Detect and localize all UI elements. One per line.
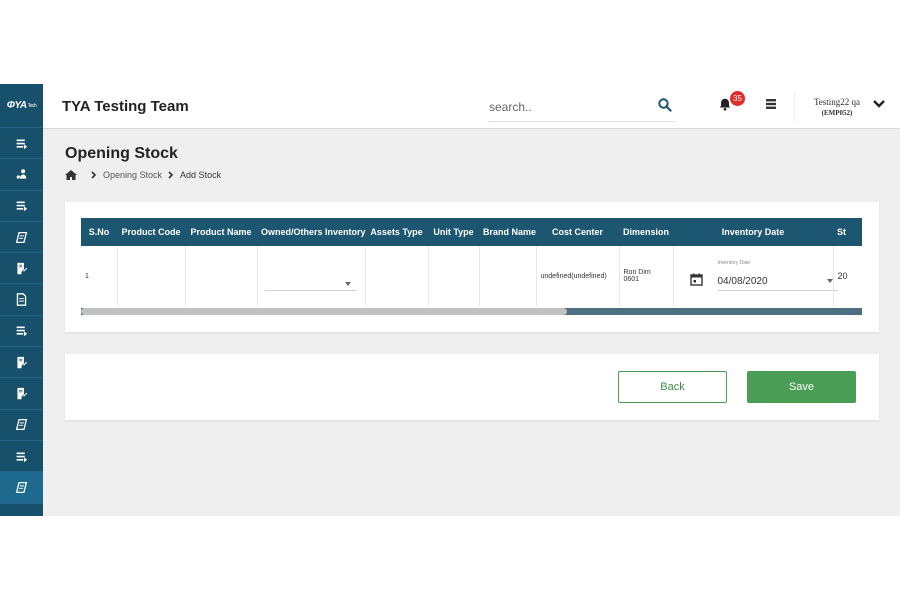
inventory-date-value: 04/08/2020: [717, 276, 768, 287]
sidebar-item-12-active[interactable]: [0, 472, 43, 504]
actions-card: Back Save: [65, 354, 879, 420]
sidebar-item-7[interactable]: [0, 316, 43, 348]
col-assets-type: Assets Type: [365, 218, 428, 246]
sidebar-item-11[interactable]: [0, 441, 43, 473]
brand-logo[interactable]: ΦYA Tech: [0, 84, 43, 128]
sidebar-item-1[interactable]: [0, 128, 43, 160]
col-owned-others: Owned/Others Inventory: [257, 218, 366, 246]
breadcrumb-add-stock: Add Stock: [180, 170, 222, 180]
inventory-date-underline: [717, 290, 838, 291]
cell-sno: 1: [81, 246, 118, 306]
col-product-name: Product Name: [185, 218, 257, 246]
user-pin-icon: [16, 169, 27, 179]
col-inventory-date: Inventory Date: [673, 218, 833, 246]
notes-icon: [15, 419, 28, 431]
sidebar-item-8[interactable]: [0, 347, 43, 379]
cell-product-code[interactable]: [117, 246, 186, 306]
stack-icon: [16, 139, 28, 149]
chevron-down-icon[interactable]: [872, 98, 886, 110]
document-edit-icon: [17, 262, 28, 275]
back-button[interactable]: Back: [618, 371, 727, 403]
user-code: (EMP052): [821, 109, 853, 117]
stack-icon: [16, 452, 28, 462]
search-icon[interactable]: [657, 97, 673, 113]
calendar-icon[interactable]: [689, 273, 703, 286]
top-bar: TYA Testing Team 35 Testing22 qa (EMP052…: [43, 84, 900, 129]
sidebar-item-2[interactable]: [0, 159, 43, 191]
search-input[interactable]: [489, 100, 639, 114]
search-box: [489, 96, 675, 122]
col-sno: S.No: [81, 218, 117, 246]
table-scroll-area[interactable]: S.No Product Code Product Name Owned/Oth…: [81, 218, 862, 316]
server-icon[interactable]: [765, 98, 777, 110]
cell-cut-off[interactable]: 20: [833, 246, 862, 306]
notification-badge: 35: [730, 91, 745, 106]
sidebar-item-6[interactable]: [0, 284, 43, 316]
cell-product-name[interactable]: [185, 246, 258, 306]
table-header-row: S.No Product Code Product Name Owned/Oth…: [81, 218, 862, 246]
chevron-right-icon: [91, 171, 97, 179]
stack-icon: [16, 201, 28, 212]
home-icon[interactable]: [65, 170, 77, 180]
document-edit-icon: [17, 387, 28, 400]
save-button[interactable]: Save: [747, 371, 856, 403]
notes-icon: [15, 481, 28, 493]
stack-icon: [16, 326, 28, 337]
col-cost-center: Cost Center: [536, 218, 619, 246]
horizontal-scrollbar[interactable]: [81, 308, 862, 315]
cell-assets-type[interactable]: [365, 246, 429, 306]
dimension-line-1: Ron Dim: [623, 269, 651, 276]
cell-brand-name[interactable]: [479, 246, 537, 306]
breadcrumb: Opening Stock Add Stock: [65, 170, 221, 180]
stock-table: S.No Product Code Product Name Owned/Oth…: [81, 218, 862, 306]
cell-cost-center: undefined(undefined): [536, 246, 620, 306]
app-root: ΦYATech TYA Testing Team 35 Testing22 qa…: [0, 84, 900, 516]
col-dimension: Dimension: [619, 218, 673, 246]
logo-sub: Tech: [27, 102, 37, 109]
sidebar-item-10[interactable]: [0, 410, 43, 441]
logo-text: ΦYA: [6, 100, 27, 111]
header-divider: [794, 92, 795, 122]
document-edit-icon: [17, 356, 28, 368]
breadcrumb-opening-stock[interactable]: Opening Stock: [103, 170, 162, 180]
page-title: Opening Stock: [65, 145, 178, 162]
col-cut-off: St: [833, 218, 862, 246]
document-icon: [16, 293, 27, 306]
sidebar-item-5[interactable]: [0, 253, 43, 285]
sidebar: ΦYA Tech: [0, 84, 43, 516]
col-product-code: Product Code: [117, 218, 185, 246]
cell-inventory-date: Inventory Date 04/08/2020: [673, 246, 838, 306]
cell-unit-type[interactable]: [428, 246, 480, 306]
inventory-date-label: Inventory Date: [717, 260, 751, 266]
sidebar-item-3[interactable]: [0, 191, 43, 222]
chevron-right-icon: [168, 171, 174, 179]
owned-others-select[interactable]: [264, 277, 357, 291]
caret-down-icon: [344, 282, 351, 286]
user-name: Testing22 qa: [813, 97, 861, 107]
user-profile[interactable]: Testing22 qa (EMP052): [807, 97, 867, 119]
sidebar-item-4[interactable]: [0, 222, 43, 254]
cell-dimension: Ron Dim 0601: [619, 246, 674, 306]
stock-table-card: S.No Product Code Product Name Owned/Oth…: [65, 202, 879, 332]
sidebar-item-9[interactable]: [0, 378, 43, 410]
table-row: 1 undefined(undefined) Ron Dim 0601 Inve…: [81, 246, 862, 306]
notes-icon: [15, 231, 28, 243]
dimension-line-2: 0601: [623, 276, 640, 283]
caret-down-icon: [826, 279, 833, 283]
col-brand-name: Brand Name: [479, 218, 536, 246]
scrollbar-thumb[interactable]: [81, 308, 567, 315]
inventory-date-picker[interactable]: Inventory Date 04/08/2020: [678, 254, 838, 298]
col-unit-type: Unit Type: [428, 218, 479, 246]
app-title: TYA Testing Team: [62, 98, 189, 115]
cell-owned-others: [257, 246, 366, 306]
